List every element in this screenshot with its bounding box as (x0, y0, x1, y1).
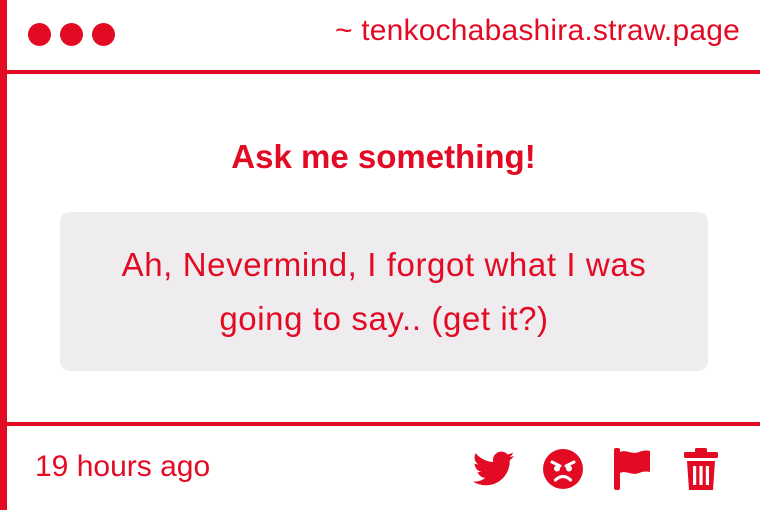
timestamp: 19 hours ago (35, 450, 211, 483)
page-title: Ask me something! (231, 138, 536, 175)
title-bar: ~ tenkochabashira.straw.page (7, 0, 760, 74)
window-dot-icon (60, 23, 83, 46)
footer-bar: 19 hours ago (7, 422, 760, 510)
report-button[interactable] (611, 448, 653, 490)
twitter-icon (473, 451, 515, 486)
question-card: Ah, Nevermind, I forgot what I was going… (60, 212, 708, 371)
main-content: Ask me something! Ah, Nevermind, I forgo… (7, 74, 760, 422)
share-twitter-button[interactable] (473, 448, 515, 490)
page-url: ~ tenkochabashira.straw.page (334, 14, 740, 47)
window-dot-icon (28, 23, 51, 46)
window-controls (28, 23, 115, 46)
delete-button[interactable] (680, 448, 722, 490)
window-dot-icon (92, 23, 115, 46)
action-toolbar (473, 448, 722, 490)
trash-icon (684, 448, 718, 490)
question-text: Ah, Nevermind, I forgot what I was going… (121, 245, 647, 337)
angry-face-icon (543, 449, 583, 489)
app-window: ~ tenkochabashira.straw.page Ask me some… (0, 0, 760, 510)
flag-icon (614, 448, 650, 490)
react-angry-button[interactable] (542, 448, 584, 490)
